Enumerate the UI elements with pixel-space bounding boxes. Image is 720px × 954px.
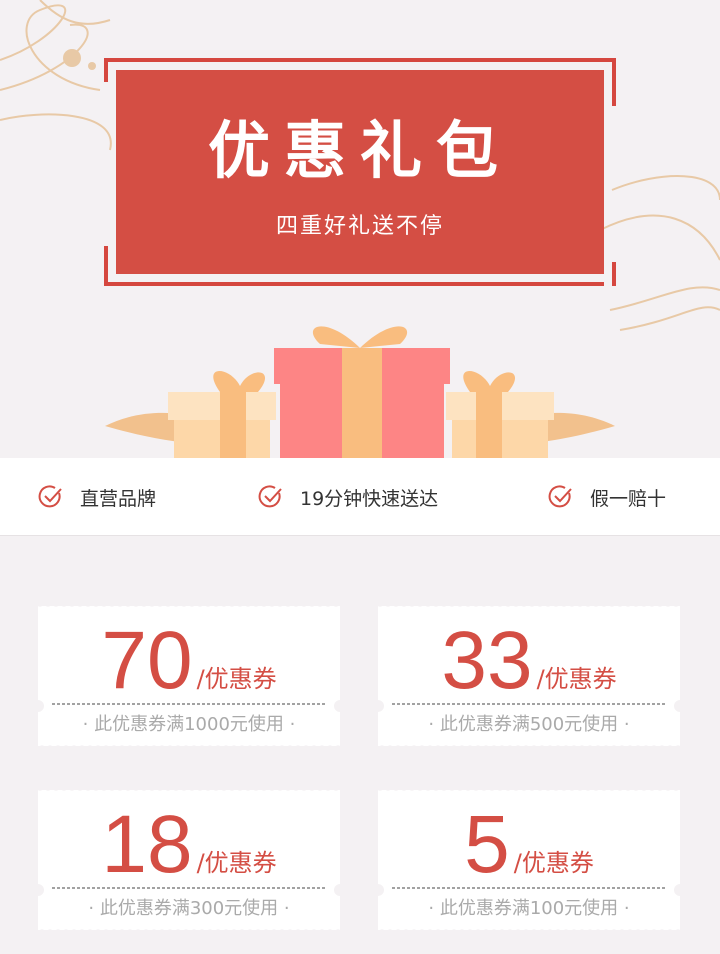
- banner-title: 优惠礼包: [207, 114, 512, 187]
- coupon-amount: 33: [441, 615, 533, 706]
- feature-label: 直营品牌: [80, 487, 157, 510]
- coupon-unit: /优惠券: [536, 665, 617, 693]
- coupon-card[interactable]: 70 /优惠券 · 此优惠券满1000元使用 ·: [38, 606, 340, 746]
- coupon-amount: 70: [101, 615, 193, 706]
- coupon-unit: /优惠券: [513, 849, 594, 877]
- coupon-condition: · 此优惠券满1000元使用 ·: [82, 714, 296, 735]
- coupon-condition: · 此优惠券满500元使用 ·: [428, 714, 630, 735]
- gift-box-center: [274, 326, 450, 458]
- gift-box-left: [168, 370, 276, 458]
- feature-item: 假一赔十: [548, 458, 666, 536]
- coupon-card[interactable]: 5 /优惠券 · 此优惠券满100元使用 ·: [378, 790, 680, 930]
- coupon-condition: · 此优惠券满300元使用 ·: [88, 898, 290, 919]
- coupon-amount: 5: [464, 799, 510, 890]
- feature-item: 直营品牌: [38, 458, 156, 536]
- banner-subtitle: 四重好礼送不停: [275, 214, 444, 239]
- feature-label: 假一赔十: [590, 487, 667, 510]
- coupon-condition: · 此优惠券满100元使用 ·: [428, 898, 630, 919]
- coupon-card[interactable]: 18 /优惠券 · 此优惠券满300元使用 ·: [38, 790, 340, 930]
- feature-item: 19分钟快速送达: [258, 458, 438, 536]
- coupon-amount: 18: [101, 799, 193, 890]
- feature-label: 19分钟快速送达: [300, 487, 439, 510]
- check-circle-icon: [258, 485, 282, 508]
- coupon-card[interactable]: 33 /优惠券 · 此优惠券满500元使用 ·: [378, 606, 680, 746]
- features-bar: 直营品牌 19分钟快速送达 假一赔十: [0, 458, 720, 536]
- check-circle-icon: [548, 485, 572, 508]
- gift-boxes-illustration: [105, 326, 615, 458]
- check-circle-icon: [38, 485, 62, 508]
- coupon-unit: /优惠券: [196, 849, 277, 877]
- promo-banner: 优惠礼包 四重好礼送不停: [116, 70, 604, 274]
- coupon-unit: /优惠券: [196, 665, 277, 693]
- gift-box-right: [446, 370, 554, 458]
